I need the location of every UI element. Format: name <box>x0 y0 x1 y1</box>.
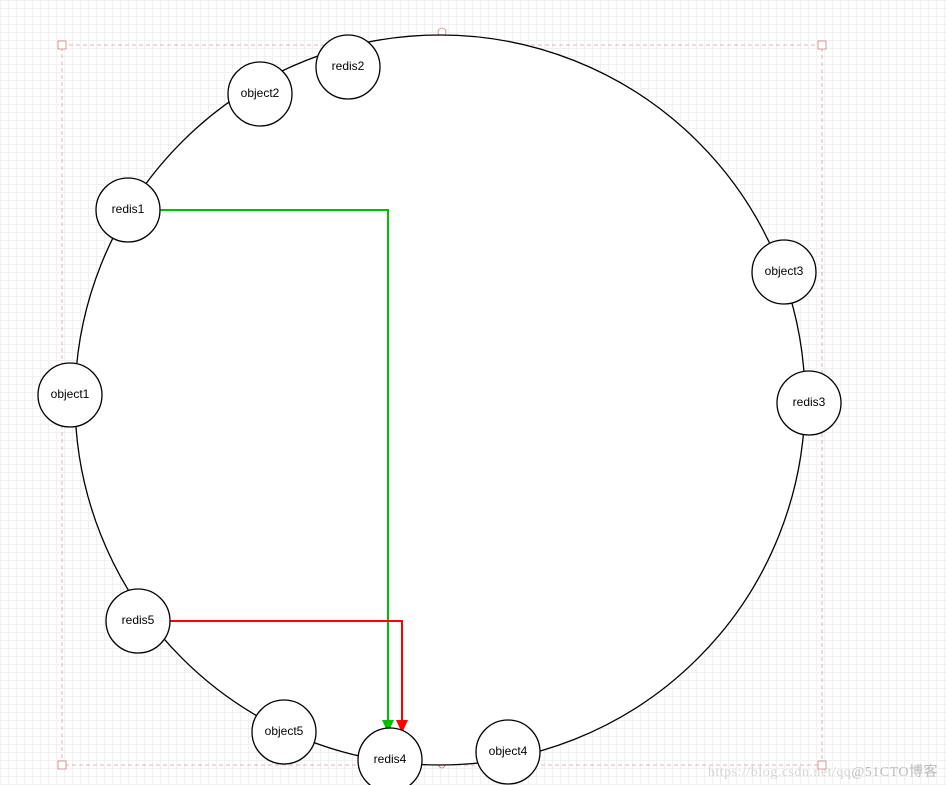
hash-ring-circle[interactable] <box>75 35 805 765</box>
diagram-canvas[interactable]: redis2 object2 redis1 object1 redis5 obj… <box>0 0 946 785</box>
node-redis2[interactable]: redis2 <box>316 35 380 99</box>
node-label: redis4 <box>374 752 407 766</box>
diagram-svg: redis2 object2 redis1 object1 redis5 obj… <box>0 0 946 785</box>
node-label: redis1 <box>112 202 145 216</box>
node-label: object3 <box>765 264 804 278</box>
node-label: object2 <box>241 86 280 100</box>
selection-handle-se[interactable] <box>818 761 826 769</box>
node-label: object4 <box>489 744 528 758</box>
selection-handle-sw[interactable] <box>58 761 66 769</box>
node-label: object5 <box>265 724 304 738</box>
selection-handle-ne[interactable] <box>818 41 826 49</box>
node-label: object1 <box>51 387 90 401</box>
node-label: redis3 <box>793 395 826 409</box>
node-label: redis2 <box>332 59 365 73</box>
node-redis1[interactable]: redis1 <box>96 178 160 242</box>
selection-handle-nw[interactable] <box>58 41 66 49</box>
node-redis4[interactable]: redis4 <box>358 728 422 785</box>
node-label: redis5 <box>122 613 155 627</box>
node-object4[interactable]: object4 <box>476 720 540 784</box>
node-object3[interactable]: object3 <box>752 240 816 304</box>
node-object5[interactable]: object5 <box>252 700 316 764</box>
node-redis3[interactable]: redis3 <box>777 371 841 435</box>
node-object2[interactable]: object2 <box>228 62 292 126</box>
node-redis5[interactable]: redis5 <box>106 589 170 653</box>
node-object1[interactable]: object1 <box>38 363 102 427</box>
